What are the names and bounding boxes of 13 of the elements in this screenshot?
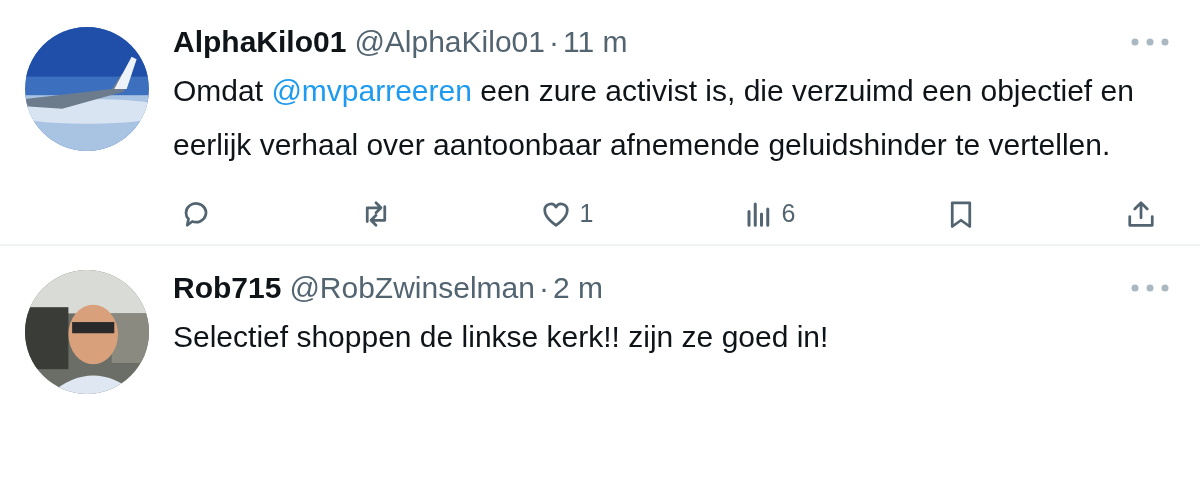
timestamp: 2 m [552,270,603,306]
user-handle[interactable]: @RobZwinselman [289,268,535,308]
tweet-text: Omdat @mvparreeren een zure activist is, die verzuimd een objectief en eerlijk verhaal over aantoonbaar afnemende geluidshinder te vertellen. [173,73,1135,163]
share-icon[interactable] [1126,199,1156,229]
tweet-text: Selectief shoppen de linkse kerk!! zijn ze goed in! [173,319,830,355]
separator-dot: · [538,270,549,306]
action-count: 6 [781,198,796,230]
user-handle[interactable]: @AlphaKilo01 [354,22,545,62]
separator-dot: · [548,24,559,60]
timestamp: 11 m [562,24,628,60]
display-name[interactable]: Rob715 [173,268,282,308]
action-count: 1 [579,198,594,230]
display-name[interactable]: AlphaKilo01 [173,22,347,62]
